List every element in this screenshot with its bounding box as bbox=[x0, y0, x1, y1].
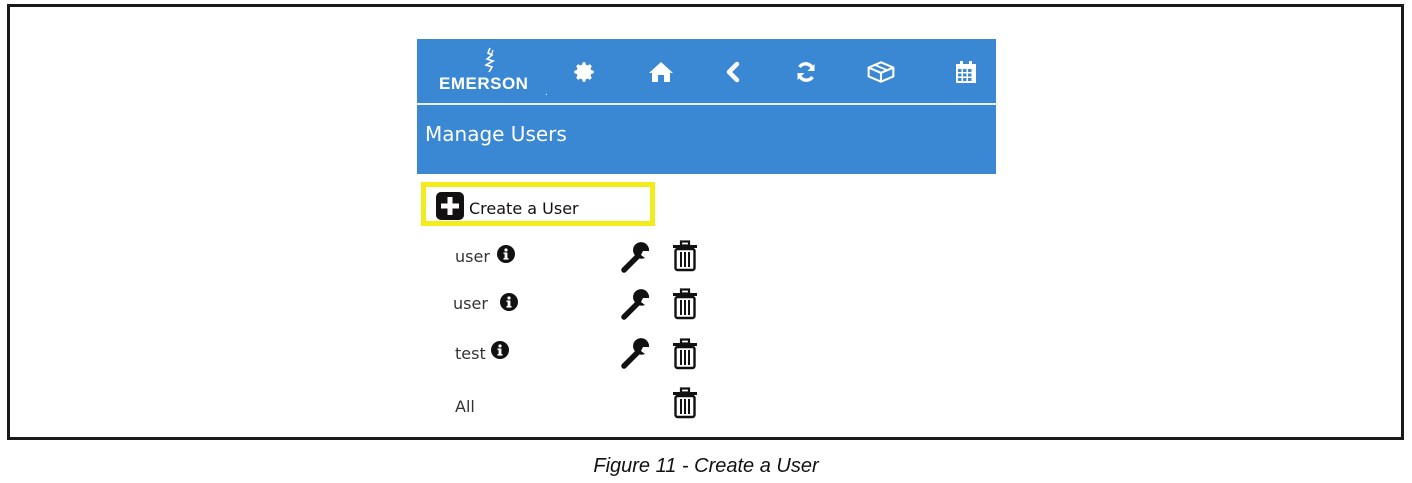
wrench-icon[interactable] bbox=[621, 338, 655, 370]
chevron-left-icon[interactable] bbox=[718, 57, 748, 87]
top-nav-bar: EMERSON . bbox=[417, 39, 996, 103]
trash-icon[interactable] bbox=[672, 288, 698, 320]
trash-icon[interactable] bbox=[672, 338, 698, 370]
user-name: test bbox=[455, 344, 486, 363]
user-name: user bbox=[453, 294, 488, 313]
home-icon[interactable] bbox=[646, 57, 676, 87]
refresh-icon[interactable] bbox=[791, 57, 821, 87]
info-icon[interactable] bbox=[500, 293, 518, 311]
info-icon[interactable] bbox=[497, 245, 515, 263]
brand-name: EMERSON bbox=[439, 74, 529, 93]
wrench-icon[interactable] bbox=[621, 242, 655, 274]
wrench-icon[interactable] bbox=[621, 289, 655, 321]
create-user-label: Create a User bbox=[469, 199, 579, 218]
trash-all-icon[interactable] bbox=[672, 387, 698, 419]
page-title-bar: Manage Users bbox=[417, 105, 996, 174]
screenshot-frame: EMERSON . Manage Users Create a User use… bbox=[7, 4, 1404, 440]
logo-mark-icon bbox=[484, 47, 495, 73]
cube-icon[interactable] bbox=[866, 57, 896, 87]
logo-trademark: . bbox=[545, 87, 548, 98]
figure-caption: Figure 11 - Create a User bbox=[593, 455, 819, 477]
calendar-icon[interactable] bbox=[951, 57, 981, 87]
trash-icon[interactable] bbox=[672, 240, 698, 272]
app-window: EMERSON . Manage Users Create a User use… bbox=[417, 39, 996, 419]
user-name: user bbox=[455, 247, 490, 266]
emerson-logo[interactable]: EMERSON . bbox=[435, 47, 551, 99]
all-users-label: All bbox=[455, 397, 475, 416]
page-title: Manage Users bbox=[425, 122, 567, 146]
gear-icon[interactable] bbox=[569, 57, 599, 87]
create-user-button[interactable]: Create a User bbox=[421, 182, 655, 226]
info-icon[interactable] bbox=[491, 341, 509, 359]
plus-square-icon bbox=[436, 192, 464, 220]
